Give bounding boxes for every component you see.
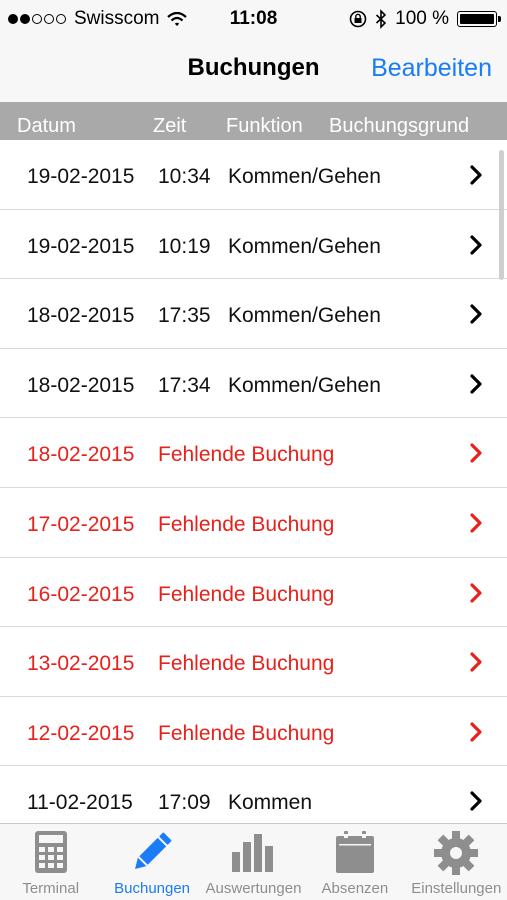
tab-buchungen[interactable]: Buchungen — [101, 824, 202, 900]
chevron-right-icon — [467, 651, 485, 673]
chevron-right-icon — [467, 373, 485, 395]
booking-date: 13-02-2015 — [27, 652, 135, 676]
chevron-right-icon — [467, 721, 485, 743]
booking-date: 16-02-2015 — [27, 582, 135, 606]
booking-date: 18-02-2015 — [27, 443, 135, 467]
booking-function: Kommen/Gehen — [228, 165, 381, 188]
battery-icon — [457, 11, 501, 27]
chevron-right-icon — [467, 442, 485, 464]
orientation-lock-icon — [349, 10, 367, 28]
status-bar: Swisscom 11:08 100 % — [0, 0, 507, 38]
chevron-right-icon — [467, 512, 485, 534]
chevron-right-icon — [467, 234, 485, 256]
booking-time: 17:09 — [158, 791, 211, 815]
tab-bar: Terminal Buchungen Auswertungen Absenzen Ein… — [0, 823, 507, 900]
battery-percentage: 100 % — [395, 8, 449, 29]
list-item[interactable]: 16-02-2015 Fehlende Buchung — [0, 558, 507, 628]
column-header-date: Datum — [17, 115, 76, 137]
booking-time: 10:34 — [158, 165, 211, 188]
booking-date: 19-02-2015 — [27, 234, 135, 258]
list-item[interactable]: 12-02-2015 Fehlende Buchung — [0, 697, 507, 767]
list-item[interactable]: 18-02-2015 17:34 Kommen/Gehen — [0, 349, 507, 419]
booking-reason: Fehlende Buchung — [158, 512, 335, 536]
booking-time: 17:35 — [158, 304, 211, 328]
booking-reason: Fehlende Buchung — [158, 582, 335, 606]
tab-label: Einstellungen — [411, 880, 502, 897]
list-item[interactable]: 17-02-2015 Fehlende Buchung — [0, 488, 507, 558]
booking-date: 18-02-2015 — [27, 304, 135, 328]
booking-date: 19-02-2015 — [27, 165, 135, 188]
booking-reason: Fehlende Buchung — [158, 652, 335, 676]
column-header: Datum Zeit Funktion Buchungsgrund — [0, 102, 507, 140]
bluetooth-icon — [376, 9, 387, 29]
booking-date: 12-02-2015 — [27, 721, 135, 745]
booking-time: 10:19 — [158, 234, 211, 258]
column-header-time: Zeit — [153, 115, 187, 137]
app-screen: Swisscom 11:08 100 % Buchungen Bearbeite… — [0, 0, 507, 900]
booking-function: Kommen/Gehen — [228, 234, 381, 258]
chevron-right-icon — [467, 164, 485, 186]
booking-date: 11-02-2015 — [27, 791, 133, 815]
list-item[interactable]: 19-02-2015 10:19 Kommen/Gehen — [0, 210, 507, 280]
list-item[interactable]: 13-02-2015 Fehlende Buchung — [0, 627, 507, 697]
booking-date: 17-02-2015 — [27, 512, 135, 536]
booking-reason: Fehlende Buchung — [158, 443, 335, 467]
list-item[interactable]: 18-02-2015 17:35 Kommen/Gehen — [0, 279, 507, 349]
tab-absenzen[interactable]: Absenzen — [304, 824, 405, 900]
scrollbar[interactable] — [499, 150, 504, 280]
navigation-bar: Buchungen Bearbeiten — [0, 38, 507, 102]
column-header-reason: Buchungsgrund — [329, 115, 470, 137]
chevron-right-icon — [467, 582, 485, 604]
tab-einstellungen[interactable]: Einstellungen — [406, 824, 507, 900]
tab-terminal[interactable]: Terminal — [0, 824, 101, 900]
list-item[interactable]: 18-02-2015 Fehlende Buchung — [0, 418, 507, 488]
booking-function: Kommen/Gehen — [228, 304, 381, 328]
booking-reason: Fehlende Buchung — [158, 721, 335, 745]
chevron-right-icon — [467, 790, 485, 812]
list-item[interactable]: 11-02-2015 17:09 Kommen — [0, 766, 507, 823]
edit-button[interactable]: Bearbeiten — [371, 54, 492, 83]
booking-function: Kommen — [228, 791, 313, 815]
bookings-list[interactable]: 19-02-2015 10:34 Kommen/Gehen 19-02-2015 10:… — [0, 140, 507, 823]
booking-time: 17:34 — [158, 373, 211, 397]
chevron-right-icon — [467, 303, 485, 325]
column-header-function: Funktion — [226, 115, 303, 137]
tab-auswertungen[interactable]: Auswertungen — [203, 824, 304, 900]
booking-function: Kommen/Gehen — [228, 373, 381, 397]
list-item[interactable]: 19-02-2015 10:34 Kommen/Gehen — [0, 140, 507, 210]
booking-date: 18-02-2015 — [27, 373, 135, 397]
